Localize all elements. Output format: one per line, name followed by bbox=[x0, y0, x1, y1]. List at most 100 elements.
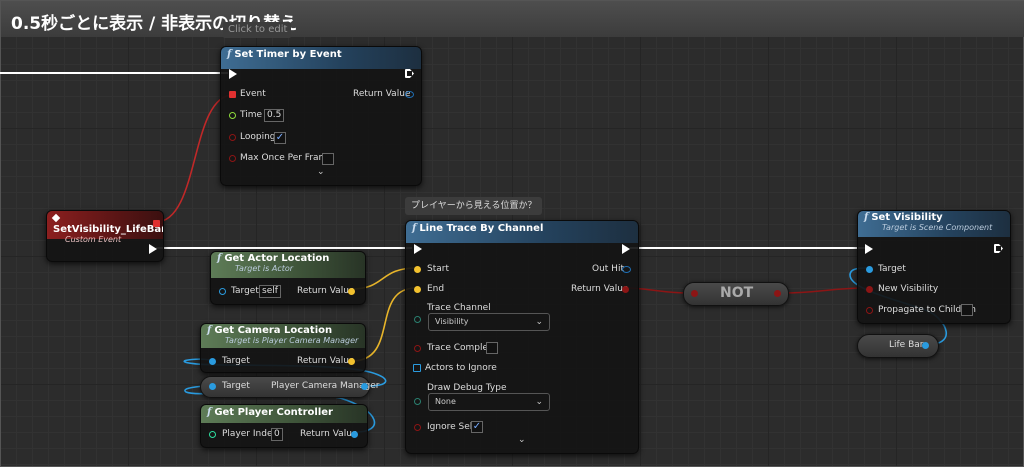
start-label: Start bbox=[427, 264, 449, 274]
player-index-pin[interactable] bbox=[209, 431, 216, 438]
player-index-input[interactable]: 0 bbox=[271, 428, 283, 441]
max-once-label: Max Once Per Frame bbox=[240, 153, 333, 163]
not-in-pin[interactable] bbox=[691, 290, 698, 297]
camera-manager-node[interactable]: Target Player Camera Manager bbox=[200, 376, 380, 398]
custom-event-title: SetVisibility_LifeBar bbox=[53, 224, 164, 235]
trace-channel-value: Visibility bbox=[435, 317, 469, 326]
return-value-pin[interactable] bbox=[348, 288, 355, 295]
delegate-out-pin[interactable] bbox=[153, 220, 160, 227]
get-player-controller-title: Get Player Controller bbox=[214, 407, 333, 418]
new-visibility-pin[interactable] bbox=[866, 286, 873, 293]
get-camera-location-header[interactable]: f Get Camera Location Target is Player Ca… bbox=[201, 324, 365, 348]
target-pin[interactable] bbox=[209, 358, 216, 365]
propagate-checkbox[interactable] bbox=[961, 304, 973, 316]
get-camera-location-title: Get Camera Location bbox=[214, 325, 333, 336]
trace-complex-pin[interactable] bbox=[414, 345, 421, 352]
chevron-down-icon: ⌄ bbox=[535, 397, 543, 407]
exec-in-pin[interactable] bbox=[414, 244, 422, 254]
trace-channel-pin[interactable] bbox=[414, 316, 421, 323]
trace-complex-checkbox[interactable] bbox=[486, 342, 498, 354]
get-camera-location-node[interactable]: f Get Camera Location Target is Player Ca… bbox=[200, 323, 366, 373]
ignore-self-pin[interactable] bbox=[414, 424, 421, 431]
function-icon: f bbox=[227, 49, 232, 60]
function-icon: f bbox=[864, 212, 869, 223]
set-visibility-subtitle: Target is Scene Component bbox=[882, 223, 993, 232]
life-bar-label: Life Bar bbox=[889, 340, 924, 350]
event-pin[interactable] bbox=[229, 91, 236, 98]
draw-debug-pin[interactable] bbox=[414, 398, 421, 405]
time-input[interactable]: 0.5 bbox=[264, 109, 285, 122]
set-timer-node[interactable]: f Set Timer by Event Event Return Value T… bbox=[220, 46, 422, 186]
get-actor-location-header[interactable]: f Get Actor Location Target is Actor bbox=[211, 252, 365, 278]
not-out-pin[interactable] bbox=[774, 290, 781, 297]
set-visibility-header[interactable]: f Set Visibility Target is Scene Componen… bbox=[858, 211, 1010, 237]
draw-debug-dropdown[interactable]: None ⌄ bbox=[428, 393, 550, 411]
custom-event-header[interactable]: SetVisibility_LifeBar Custom Event bbox=[47, 211, 164, 244]
draw-debug-value: None bbox=[435, 397, 456, 406]
return-value-pin[interactable] bbox=[348, 358, 355, 365]
camera-manager-out-pin[interactable] bbox=[361, 383, 368, 390]
exec-out-pin[interactable] bbox=[994, 244, 1003, 253]
line-trace-comment-bubble[interactable]: プレイヤーから見える位置か？ bbox=[405, 197, 543, 215]
return-value-pin[interactable] bbox=[405, 91, 414, 98]
return-value-label: Return Value bbox=[297, 286, 355, 296]
get-camera-location-subtitle: Target is Player Camera Manager bbox=[225, 336, 359, 345]
function-icon: f bbox=[217, 253, 222, 264]
exec-out-pin[interactable] bbox=[149, 244, 157, 254]
end-pin[interactable] bbox=[414, 286, 421, 293]
set-visibility-node[interactable]: f Set Visibility Target is Scene Componen… bbox=[857, 210, 1011, 324]
function-icon: f bbox=[412, 223, 417, 234]
get-actor-location-title: Get Actor Location bbox=[224, 253, 330, 264]
out-hit-label: Out Hit bbox=[592, 264, 624, 274]
custom-event-node[interactable]: SetVisibility_LifeBar Custom Event bbox=[46, 210, 164, 262]
get-player-controller-node[interactable]: f Get Player Controller Player Index 0 Re… bbox=[200, 404, 368, 448]
exec-in-pin[interactable] bbox=[865, 244, 873, 254]
exec-out-pin[interactable] bbox=[622, 244, 630, 254]
propagate-pin[interactable] bbox=[866, 307, 873, 314]
target-pin[interactable] bbox=[866, 266, 873, 273]
max-once-pin[interactable] bbox=[229, 155, 236, 162]
return-value-label: Return Value bbox=[571, 284, 629, 294]
expand-arrow-icon[interactable]: ⌄ bbox=[317, 167, 325, 177]
return-value-pin[interactable] bbox=[622, 286, 629, 293]
expand-arrow-icon[interactable]: ⌄ bbox=[518, 435, 526, 445]
get-actor-location-node[interactable]: f Get Actor Location Target is Actor Targ… bbox=[210, 251, 366, 305]
get-player-controller-header[interactable]: f Get Player Controller bbox=[201, 405, 367, 423]
target-label: Target bbox=[878, 264, 906, 274]
not-node[interactable]: NOT bbox=[683, 282, 789, 306]
max-once-checkbox[interactable] bbox=[322, 153, 334, 165]
life-bar-variable-node[interactable]: Life Bar bbox=[857, 334, 939, 358]
target-self-field[interactable]: self bbox=[259, 285, 281, 298]
player-index-label: Player Index bbox=[222, 429, 278, 439]
return-value-pin[interactable] bbox=[351, 431, 358, 438]
life-bar-out-pin[interactable] bbox=[922, 342, 929, 349]
line-trace-title: Line Trace By Channel bbox=[419, 223, 544, 234]
time-label: Time bbox=[240, 110, 263, 120]
time-pin[interactable] bbox=[229, 112, 236, 119]
exec-out-pin[interactable] bbox=[405, 69, 414, 78]
looping-label: Looping bbox=[240, 132, 276, 142]
return-value-label: Return Value bbox=[297, 356, 355, 366]
exec-in-pin[interactable] bbox=[229, 69, 237, 79]
chevron-down-icon: ⌄ bbox=[535, 317, 543, 327]
function-icon: f bbox=[207, 407, 212, 418]
start-pin[interactable] bbox=[414, 266, 421, 273]
ignore-self-checkbox[interactable]: ✓ bbox=[471, 421, 483, 433]
actors-to-ignore-pin[interactable] bbox=[413, 364, 421, 372]
function-icon: f bbox=[207, 325, 212, 336]
target-label: Target bbox=[222, 356, 250, 366]
looping-pin[interactable] bbox=[229, 134, 236, 141]
line-trace-header[interactable]: f Line Trace By Channel bbox=[406, 221, 638, 243]
event-label: Event bbox=[240, 89, 266, 99]
not-label: NOT bbox=[720, 285, 754, 301]
looping-checkbox[interactable]: ✓ bbox=[274, 132, 286, 144]
out-hit-pin[interactable] bbox=[622, 266, 631, 273]
return-value-label: Return Value bbox=[300, 429, 358, 439]
target-pin[interactable] bbox=[209, 383, 216, 390]
set-timer-header[interactable]: f Set Timer by Event bbox=[221, 47, 421, 69]
end-label: End bbox=[427, 284, 445, 294]
trace-channel-label: Trace Channel bbox=[427, 303, 491, 313]
trace-channel-dropdown[interactable]: Visibility ⌄ bbox=[428, 313, 550, 331]
line-trace-node[interactable]: f Line Trace By Channel Start Out Hit End… bbox=[405, 220, 639, 454]
target-pin[interactable] bbox=[219, 288, 226, 295]
